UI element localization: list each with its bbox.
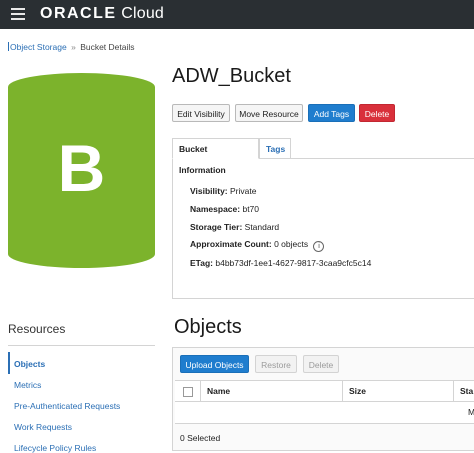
sidebar-item-objects[interactable]: Objects <box>14 359 45 369</box>
column-header-status[interactable]: Sta <box>453 381 474 402</box>
storage-tier-value: Standard <box>244 222 280 232</box>
active-item-indicator <box>8 352 10 374</box>
tab-bucket-information[interactable]: Bucket Information <box>172 138 259 175</box>
etag-value: b4bb73df-1ee1-4627-9817-3caa9cfc5c14 <box>215 258 372 268</box>
breadcrumb-current: Bucket Details <box>80 42 135 52</box>
breadcrumb: Object Storage » Bucket Details <box>8 42 135 52</box>
move-resource-button[interactable]: Move Resource <box>235 104 303 122</box>
visibility-row: Visibility: Private <box>190 186 256 196</box>
bucket-icon: B <box>8 73 155 268</box>
storage-tier-row: Storage Tier: Standard <box>190 222 279 232</box>
breadcrumb-object-storage[interactable]: Object Storage <box>10 42 67 52</box>
objects-table-header: Name Size Sta <box>175 380 474 402</box>
upload-objects-button[interactable]: Upload Objects <box>180 355 249 373</box>
storage-tier-label: Storage Tier: <box>190 222 243 232</box>
info-icon[interactable]: i <box>313 241 325 252</box>
approximate-count-row: Approximate Count: 0 objects i <box>190 239 325 252</box>
sidebar-item-pre-authenticated-requests[interactable]: Pre-Authenticated Requests <box>14 401 120 411</box>
select-all-checkbox[interactable] <box>183 387 193 397</box>
resources-divider <box>8 345 155 346</box>
logo-brand: ORACLE <box>40 5 117 22</box>
visibility-label: Visibility: <box>190 186 228 196</box>
breadcrumb-separator: » <box>71 42 76 52</box>
sidebar-item-lifecycle-policy-rules[interactable]: Lifecycle Policy Rules <box>14 443 96 453</box>
column-header-name[interactable]: Name <box>200 381 342 402</box>
delete-bucket-button[interactable]: Delete <box>359 104 395 122</box>
visibility-value: Private <box>230 186 257 196</box>
bucket-icon-letter: B <box>58 131 106 205</box>
namespace-row: Namespace: bt70 <box>190 204 259 214</box>
etag-label: ETag: <box>190 258 213 268</box>
table-row: M <box>175 402 474 424</box>
approximate-count-value: 0 objects <box>274 239 309 249</box>
namespace-label: Namespace: <box>190 204 241 214</box>
selection-count: 0 Selected <box>180 433 221 443</box>
add-tags-button[interactable]: Add Tags <box>308 104 355 122</box>
edit-visibility-button[interactable]: Edit Visibility <box>172 104 230 122</box>
hamburger-menu-icon[interactable] <box>11 8 25 20</box>
namespace-value: bt70 <box>242 204 260 214</box>
approximate-count-label: Approximate Count: <box>190 239 272 249</box>
column-header-size[interactable]: Size <box>342 381 453 402</box>
sidebar-item-metrics[interactable]: Metrics <box>14 380 41 390</box>
resources-heading: Resources <box>8 322 66 336</box>
etag-row: ETag: b4bb73df-1ee1-4627-9817-3caa9cfc5c… <box>190 258 371 268</box>
sidebar-item-work-requests[interactable]: Work Requests <box>14 422 72 432</box>
page-title: ADW_Bucket <box>172 65 291 87</box>
row-cell-partial: M <box>468 407 474 417</box>
select-all-cell <box>175 381 199 402</box>
restore-button[interactable]: Restore <box>255 355 297 373</box>
text-cursor <box>8 42 9 51</box>
objects-heading: Objects <box>174 316 242 338</box>
tab-tags[interactable]: Tags <box>259 138 291 159</box>
delete-objects-button[interactable]: Delete <box>303 355 339 373</box>
top-navigation-bar: ORACLE Cloud <box>0 0 474 29</box>
logo-product: Cloud <box>121 5 165 22</box>
oracle-cloud-logo[interactable]: ORACLE Cloud <box>40 5 164 23</box>
